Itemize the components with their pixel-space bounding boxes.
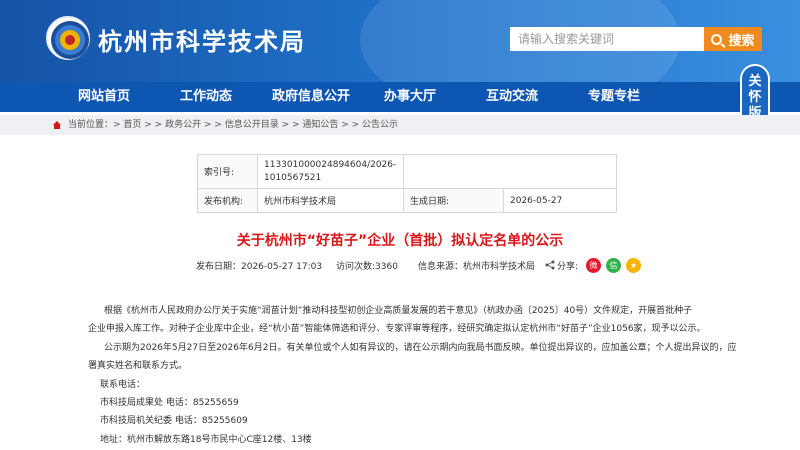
search-button[interactable]: 搜索 bbox=[704, 27, 762, 51]
nav-item-gov-info[interactable]: 政府信息公开 bbox=[272, 82, 350, 112]
contact-heading: 联系电话： bbox=[100, 380, 146, 390]
emblem-icon bbox=[51, 21, 89, 59]
index-value: 113301000024894604/2026- 1010567521 bbox=[257, 154, 404, 189]
care-mode-char: 怀 bbox=[748, 90, 762, 105]
paragraph: 公示期为2026年5月27日至2026年6月2日。有关单位或个人如有异议的，请在… bbox=[104, 343, 737, 353]
date-value: 2026-05-27 bbox=[503, 188, 617, 213]
info-source: 信息来源：杭州市科学技术局 bbox=[418, 262, 536, 272]
nav-item-service-hall[interactable]: 办事大厅 bbox=[384, 82, 436, 112]
nav-item-interaction[interactable]: 互动交流 bbox=[486, 82, 538, 112]
site-logo[interactable] bbox=[46, 16, 90, 60]
search-input[interactable] bbox=[510, 27, 704, 51]
header-banner: 杭州市科学技术局 搜索 bbox=[0, 0, 800, 82]
site-title: 杭州市科学技术局 bbox=[98, 28, 306, 56]
paragraph: 企业申报入库工作。对种子企业库中企业，经“杭小苗”智能体筛选和评分、专家评审等程… bbox=[88, 324, 706, 334]
search-bar: 搜索 bbox=[510, 27, 762, 51]
nav-item-special-topics[interactable]: 专题专栏 bbox=[588, 82, 640, 112]
share-icon bbox=[545, 260, 555, 270]
qzone-icon[interactable]: ★ bbox=[626, 258, 641, 273]
share-label: 分享: bbox=[557, 262, 579, 272]
search-button-label: 搜索 bbox=[728, 33, 755, 49]
index-value-line: 1010567521 bbox=[264, 172, 322, 183]
breadcrumb-trail[interactable]: 当前位置：> 首页 > > 政务公开 > > 信息公开目录 > > 通知公告 >… bbox=[68, 115, 398, 135]
contact-line: 市科技局成果处 电话：85255659 bbox=[100, 398, 239, 408]
publish-date: 发布日期：2026-05-27 17:03 bbox=[196, 262, 323, 272]
paragraph: 署真实姓名和联系方式。 bbox=[88, 361, 188, 371]
wechat-icon[interactable]: 信 bbox=[606, 258, 621, 273]
org-value: 杭州市科学技术局 bbox=[257, 188, 404, 213]
address-line: 地址：杭州市解放东路18号市民中心C座12楼、13楼 bbox=[100, 435, 312, 445]
article-title: 关于杭州市“好苗子”企业（首批）拟认定名单的公示 bbox=[236, 233, 564, 249]
meta-empty-cell bbox=[403, 154, 617, 189]
home-icon bbox=[53, 121, 61, 129]
index-value-line: 113301000024894604/2026- bbox=[264, 159, 397, 170]
main-nav: 网站首页 工作动态 政府信息公开 办事大厅 互动交流 专题专栏 bbox=[0, 82, 800, 112]
nav-item-home[interactable]: 网站首页 bbox=[78, 82, 130, 112]
date-label: 生成日期: bbox=[403, 188, 504, 213]
paragraph: 根据《杭州市人民政府办公厅关于实施“润苗计划”推动科技型初创企业高质量发展的若干… bbox=[104, 306, 693, 316]
meta-table: 索引号: 113301000024894604/2026- 1010567521… bbox=[197, 154, 617, 213]
breadcrumb: 当前位置：> 首页 > > 政务公开 > > 信息公开目录 > > 通知公告 >… bbox=[0, 115, 800, 135]
view-count: 访问次数:3360 bbox=[336, 262, 398, 272]
index-label: 索引号: bbox=[197, 154, 258, 189]
nav-item-work-news[interactable]: 工作动态 bbox=[180, 82, 232, 112]
care-mode-char: 关 bbox=[748, 74, 762, 89]
contact-line: 市科技局机关纪委 电话：85255609 bbox=[100, 416, 248, 426]
weibo-icon[interactable]: 微 bbox=[586, 258, 601, 273]
search-icon bbox=[711, 33, 723, 45]
org-label: 发布机构: bbox=[197, 188, 258, 213]
